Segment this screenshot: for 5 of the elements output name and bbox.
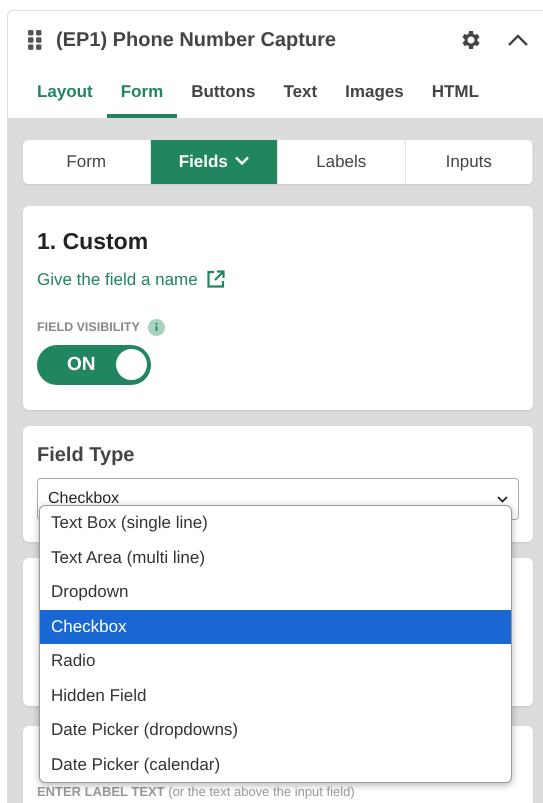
card-heading: 1. Custom xyxy=(37,227,150,256)
label-text-hint: ENTER LABEL TEXT (or the text above the input field) xyxy=(37,783,356,801)
field-visibility-label: FIELD VISIBILITY xyxy=(37,319,140,336)
field-type-heading: Field Type xyxy=(37,443,136,468)
panel-title: (EP1) Phone Number Capture xyxy=(56,28,336,52)
